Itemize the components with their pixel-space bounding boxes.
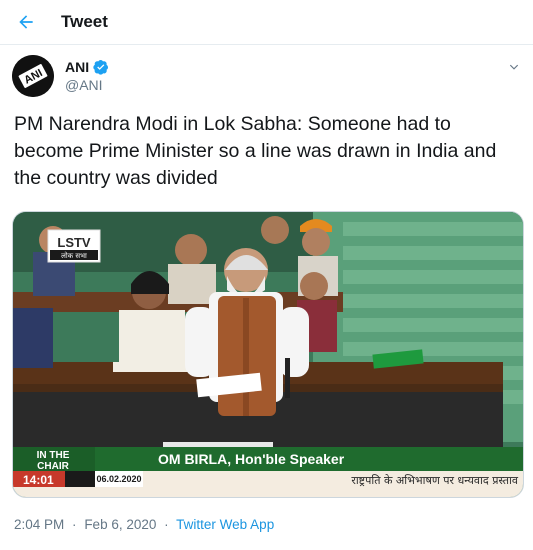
- chair-label-line2: CHAIR: [37, 461, 69, 472]
- tweet-author: ANI ANI @ANI: [12, 55, 524, 101]
- broadcast-date: 06.02.2020: [96, 474, 141, 484]
- meta-separator: ·: [164, 517, 169, 532]
- top-bar: Tweet: [0, 0, 533, 45]
- channel-logo: LSTV: [57, 235, 91, 250]
- author-handle[interactable]: @ANI: [65, 77, 109, 93]
- broadcast-time: 14:01: [23, 473, 54, 487]
- more-options-button[interactable]: [504, 57, 524, 77]
- speaker-caption: OM BIRLA, Hon'ble Speaker: [158, 451, 345, 467]
- news-ticker: राष्ट्रपति के अभिभाषण पर धन्यवाद प्रस्ता…: [351, 474, 519, 487]
- tweet-meta: 2:04 PM · Feb 6, 2020 · Twitter Web App: [14, 517, 274, 532]
- verified-badge-icon: [93, 60, 109, 75]
- author-name[interactable]: ANI: [65, 59, 89, 75]
- tweet-date[interactable]: Feb 6, 2020: [84, 517, 156, 532]
- lok-sabha-video-frame: LSTV लोक सभा IN THE CHAIR OM BIRLA, Hon'…: [13, 212, 523, 497]
- tweet-time[interactable]: 2:04 PM: [14, 517, 64, 532]
- avatar[interactable]: ANI: [12, 55, 54, 97]
- meta-separator: ·: [72, 517, 77, 532]
- page-title: Tweet: [61, 12, 108, 31]
- ani-logo: ANI: [12, 55, 54, 97]
- channel-logo-sub: लोक सभा: [61, 251, 87, 260]
- tweet-media-image[interactable]: LSTV लोक सभा IN THE CHAIR OM BIRLA, Hon'…: [12, 211, 524, 498]
- back-button[interactable]: [9, 5, 43, 39]
- tweet-text: PM Narendra Modi in Lok Sabha: Someone h…: [14, 113, 497, 189]
- chevron-down-icon: [509, 64, 519, 70]
- chair-label-line1: IN THE: [37, 450, 70, 461]
- tweet-source-link[interactable]: Twitter Web App: [176, 517, 274, 532]
- arrow-left-icon: [19, 15, 33, 29]
- author-name-row[interactable]: ANI: [65, 59, 109, 75]
